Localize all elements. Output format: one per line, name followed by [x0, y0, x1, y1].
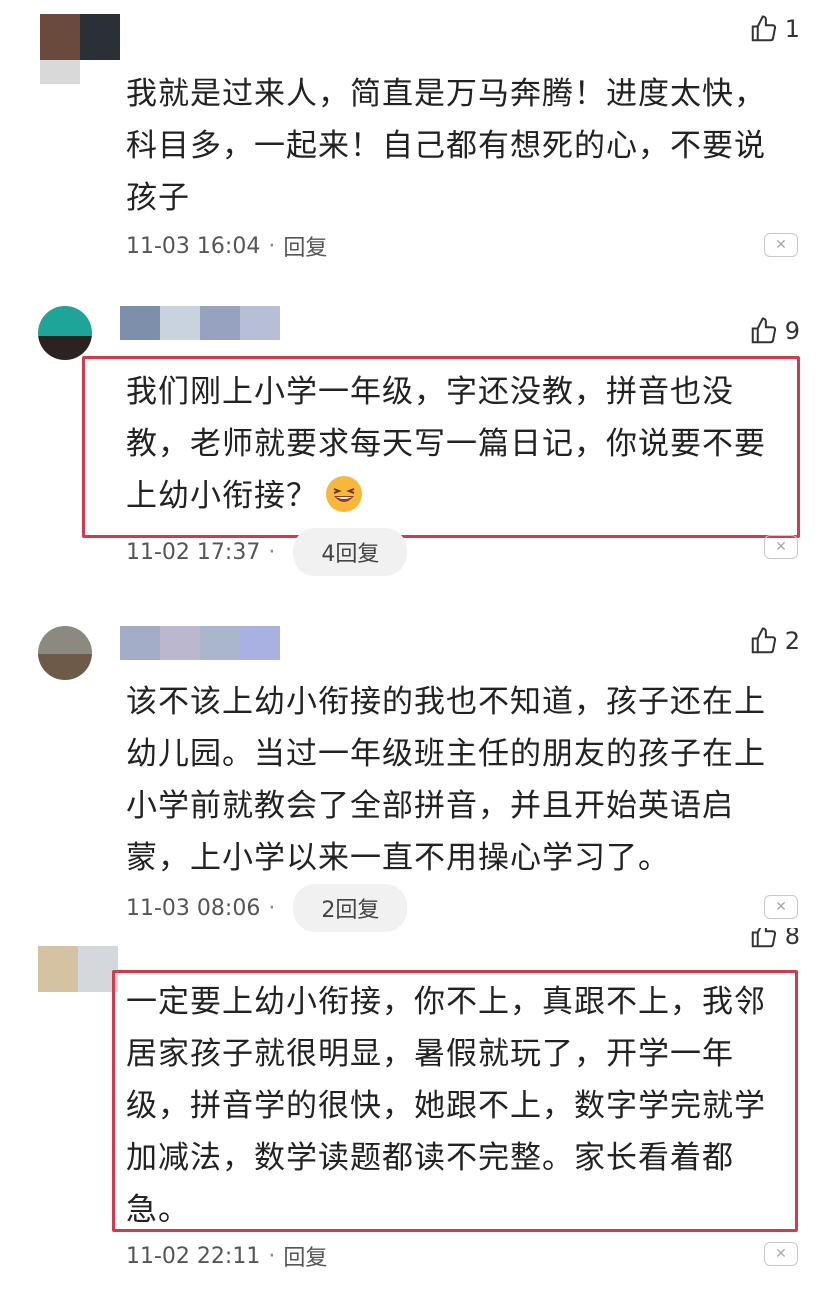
- like-button[interactable]: 8: [749, 928, 800, 950]
- comment-text: 一定要上幼小衔接，你不上，真跟不上，我邻居家孩子就很明显，暑假就玩了，开学一年级…: [126, 984, 766, 1228]
- timestamp: 11-02 17:37: [126, 539, 261, 565]
- like-count: 1: [784, 15, 800, 43]
- reply-button[interactable]: 回复: [283, 230, 327, 262]
- comment-meta: 11-03 16:04 · 回复: [126, 230, 327, 262]
- like-count: 2: [784, 627, 800, 655]
- timestamp: 11-03 08:06: [126, 895, 261, 921]
- thumbs-up-icon: [751, 317, 776, 344]
- separator-dot: ·: [268, 895, 276, 921]
- comment-text-content: 我们刚上小学一年级，字还没教，拼音也没教，老师就要求每天写一篇日记，你说要不要上…: [126, 374, 766, 514]
- comment-text: 我们刚上小学一年级，字还没教，拼音也没教，老师就要求每天写一篇日记，你说要不要上…: [126, 366, 791, 522]
- like-button[interactable]: 2: [749, 626, 800, 656]
- reply-button[interactable]: 4回复: [293, 528, 408, 576]
- comment-meta: 11-03 08:06 · 2回复: [126, 884, 408, 932]
- avatar[interactable]: [38, 626, 92, 680]
- like-count: 9: [784, 317, 800, 345]
- like-count: 8: [784, 928, 800, 950]
- username-blurred: [120, 626, 280, 660]
- avatar[interactable]: [38, 946, 118, 992]
- avatar[interactable]: [40, 14, 120, 84]
- username-blurred: [120, 306, 280, 340]
- close-icon[interactable]: ✕: [764, 535, 798, 559]
- thumbs-up-icon: [751, 15, 776, 42]
- reply-button[interactable]: 2回复: [293, 884, 408, 932]
- comment-text: 我就是过来人，简直是万马奔腾！进度太快，科目多，一起来！自己都有想死的心，不要说…: [126, 76, 766, 216]
- like-button[interactable]: 1: [749, 14, 800, 44]
- comment-text: 该不该上幼小衔接的我也不知道，孩子还在上幼儿园。当过一年级班主任的朋友的孩子在上…: [126, 684, 766, 876]
- thumbs-up-icon: [751, 928, 776, 948]
- reply-button[interactable]: 回复: [283, 1240, 327, 1272]
- timestamp: 11-03 16:04: [126, 233, 261, 259]
- close-icon[interactable]: ✕: [764, 1242, 798, 1266]
- avatar[interactable]: [38, 306, 92, 360]
- like-button[interactable]: 9: [749, 316, 800, 346]
- timestamp: 11-02 22:11: [126, 1243, 261, 1269]
- close-icon[interactable]: ✕: [764, 233, 798, 257]
- comment-meta: 11-02 22:11 · 回复: [126, 1240, 327, 1272]
- separator-dot: ·: [268, 1243, 276, 1269]
- close-icon[interactable]: ✕: [764, 895, 798, 919]
- thumbs-up-icon: [751, 627, 776, 654]
- separator-dot: ·: [268, 233, 276, 259]
- comment-meta: 11-02 17:37 · 4回复: [126, 528, 408, 576]
- separator-dot: ·: [268, 539, 276, 565]
- laughing-emoji-icon: [326, 476, 362, 512]
